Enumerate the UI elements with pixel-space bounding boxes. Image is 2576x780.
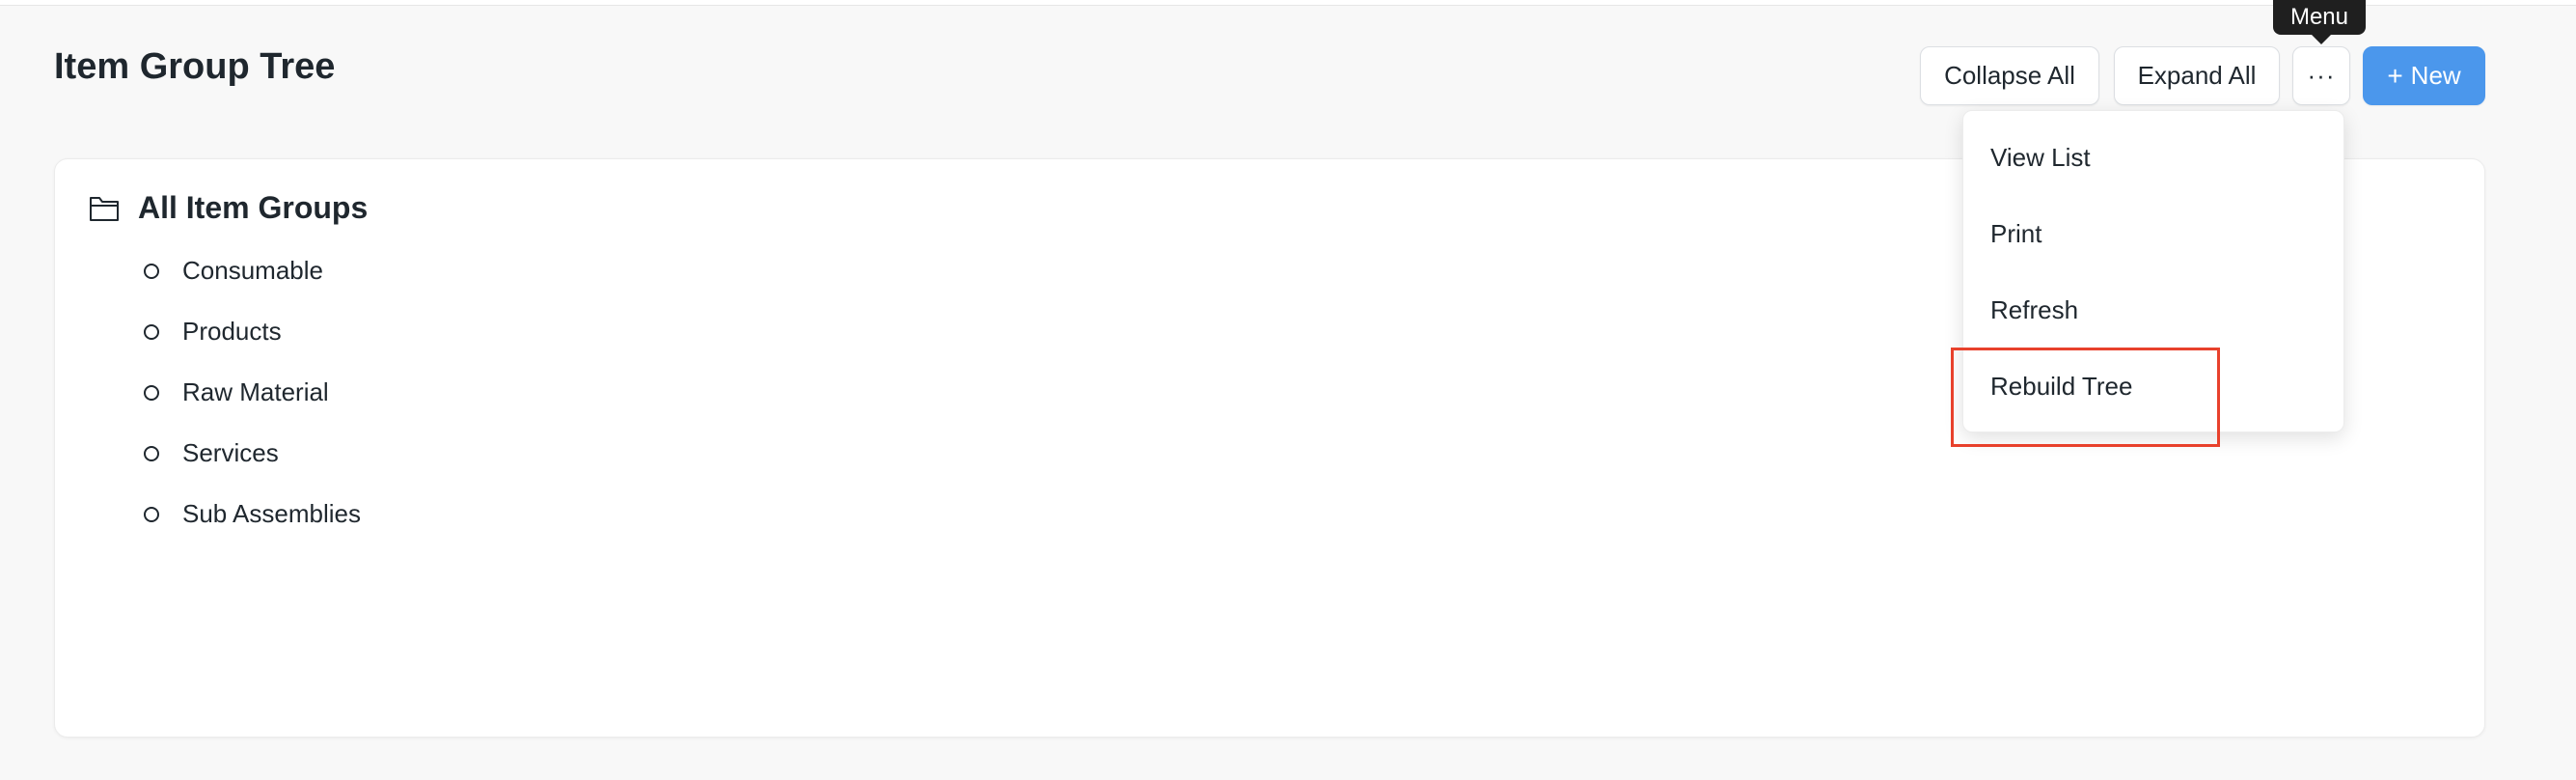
highlight-box	[1951, 348, 2220, 447]
tree-node-label: Services	[182, 438, 279, 467]
menu-item-refresh[interactable]: Refresh	[1990, 291, 2078, 329]
menu-item-view-list[interactable]: View List	[1990, 138, 2091, 177]
collapse-all-button[interactable]: Collapse All	[1920, 46, 2099, 105]
node-circle-icon	[144, 384, 159, 401]
node-circle-icon	[144, 263, 159, 279]
tree-node[interactable]: Raw Material	[144, 362, 361, 423]
node-circle-icon	[144, 323, 159, 340]
more-horizontal-icon: ···	[2307, 61, 2336, 90]
new-button[interactable]: + New	[2363, 46, 2485, 105]
tree-root-label: All Item Groups	[138, 190, 369, 225]
tree-node[interactable]: Consumable	[144, 240, 361, 301]
top-bar-edge	[0, 0, 2576, 6]
plus-icon: +	[2387, 60, 2403, 91]
folder-icon	[90, 196, 119, 221]
tree-node-label: Sub Assemblies	[182, 499, 361, 528]
menu-button[interactable]: ···	[2292, 46, 2350, 105]
menu-tooltip: Menu	[2273, 0, 2366, 35]
node-circle-icon	[144, 506, 159, 522]
tree-node[interactable]: Services	[144, 423, 361, 484]
page-title: Item Group Tree	[54, 46, 336, 87]
tree-root[interactable]: All Item Groups	[88, 190, 368, 226]
tree-node[interactable]: Sub Assemblies	[144, 484, 361, 544]
tree-children: Consumable Products Raw Material Service…	[144, 252, 361, 544]
menu-item-print[interactable]: Print	[1990, 214, 2042, 253]
expand-all-button[interactable]: Expand All	[2114, 46, 2280, 105]
tooltip-arrow	[2312, 35, 2331, 44]
tree-node-label: Products	[182, 317, 282, 346]
tree-node-label: Raw Material	[182, 377, 329, 406]
node-circle-icon	[144, 445, 159, 461]
tree-node-label: Consumable	[182, 256, 323, 285]
new-button-label: New	[2410, 61, 2461, 90]
tree-node[interactable]: Products	[144, 301, 361, 362]
